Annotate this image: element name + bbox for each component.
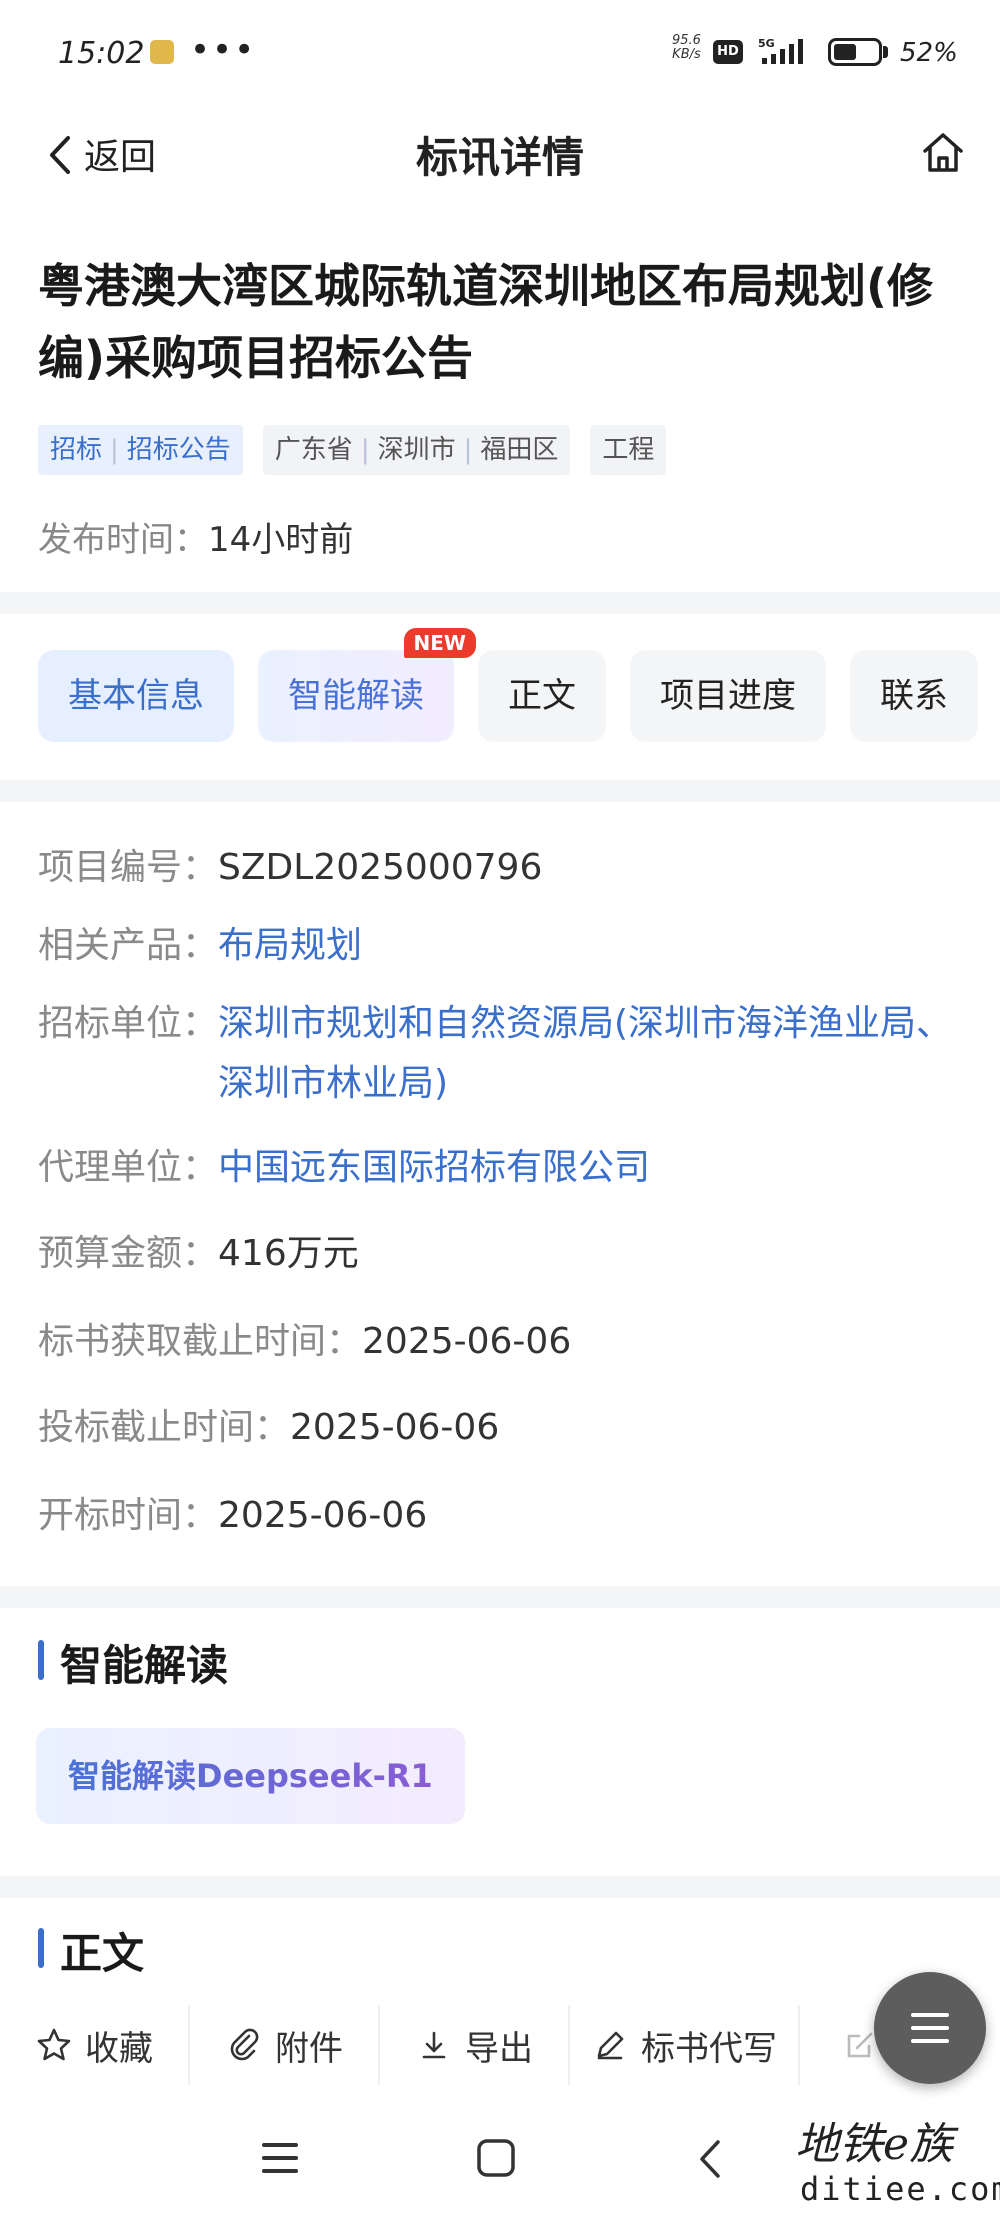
status-time: 15:02 bbox=[58, 36, 145, 71]
new-badge: NEW bbox=[403, 628, 476, 658]
tab-ai-interpret[interactable]: 智能解读 NEW bbox=[258, 628, 476, 742]
buyer-link[interactable]: 深圳市规划和自然资源局(深圳市海洋渔业局、深圳市林业局) bbox=[218, 994, 968, 1114]
section-divider bbox=[0, 780, 1000, 802]
info-row-doc-deadline: 标书获取截止时间：2025-06-06 bbox=[38, 1321, 572, 1362]
info-row-open-time: 开标时间：2025-06-06 bbox=[38, 1495, 428, 1536]
info-row-budget: 预算金额：416万元 bbox=[38, 1233, 359, 1274]
info-row-buyer: 招标单位： 深圳市规划和自然资源局(深圳市海洋渔业局、深圳市林业局) bbox=[38, 994, 968, 1114]
app-notification-icon bbox=[150, 40, 174, 64]
network-speed: 95.6 KB/s bbox=[672, 33, 701, 62]
hd-icon: HD bbox=[713, 40, 743, 64]
tab-progress[interactable]: 项目进度 bbox=[630, 650, 826, 742]
watermark-domain: ditiee.com bbox=[800, 2170, 1000, 2208]
paperclip-icon bbox=[230, 2028, 259, 2061]
tag-category[interactable]: 工程 bbox=[590, 425, 667, 475]
attachment-button[interactable]: 附件 bbox=[190, 2005, 380, 2085]
status-bar: 15:02 ••• 95.6 KB/s HD 5G 52% bbox=[0, 0, 1000, 100]
home-icon[interactable] bbox=[918, 128, 968, 178]
info-row-project-no: 项目编号：SZDL2025000796 bbox=[38, 847, 543, 888]
tab-contact[interactable]: 联系 bbox=[850, 650, 978, 742]
battery-percent: 52% bbox=[900, 38, 958, 68]
svg-text:5G: 5G bbox=[758, 37, 775, 50]
section-divider bbox=[0, 592, 1000, 614]
ai-section-title: 智能解读 bbox=[38, 1632, 228, 1693]
section-divider bbox=[0, 1586, 1000, 1608]
agency-link[interactable]: 中国远东国际招标有限公司 bbox=[218, 1147, 650, 1188]
battery-tip bbox=[883, 46, 888, 58]
download-icon bbox=[422, 2031, 446, 2059]
page-title: 标讯详情 bbox=[415, 133, 584, 182]
export-button[interactable]: 导出 bbox=[380, 2005, 570, 2085]
section-divider bbox=[0, 1876, 1000, 1898]
status-more-icon: ••• bbox=[190, 30, 257, 70]
ai-interpret-button[interactable]: 智能解读Deepseek-R1 bbox=[36, 1728, 465, 1824]
battery-icon bbox=[828, 38, 882, 66]
tag-region[interactable]: 广东省 | 深圳市 | 福田区 bbox=[262, 425, 571, 475]
tab-basic-info[interactable]: 基本信息 bbox=[38, 650, 234, 742]
notice-title: 粤港澳大湾区城际轨道深圳地区布局规划(修编)采购项目招标公告 bbox=[38, 259, 934, 385]
watermark-logo-text: 地铁e族 bbox=[795, 2119, 954, 2170]
body-section-title: 正文 bbox=[38, 1920, 144, 1981]
tab-body[interactable]: 正文 bbox=[478, 650, 606, 742]
star-icon bbox=[37, 2028, 71, 2061]
tag-notice-type[interactable]: 招标 | 招标公告 bbox=[38, 425, 243, 475]
recent-apps-icon[interactable] bbox=[258, 2138, 302, 2178]
product-link[interactable]: 布局规划 bbox=[218, 925, 362, 966]
pen-icon bbox=[597, 2031, 624, 2060]
info-row-bid-deadline: 投标截止时间：2025-06-06 bbox=[38, 1407, 500, 1448]
tag-list: 招标 | 招标公告 广东省 | 深圳市 | 福田区 工程 bbox=[38, 425, 667, 475]
menu-icon bbox=[911, 2013, 949, 2043]
info-row-agency: 代理单位：中国远东国际招标有限公司 bbox=[38, 1147, 651, 1188]
favorite-button[interactable]: 收藏 bbox=[0, 2005, 190, 2085]
bottom-toolbar: 收藏 附件 导出 标书代写 纠错 bbox=[0, 1990, 1000, 2100]
home-nav-icon[interactable] bbox=[474, 2136, 518, 2180]
detail-tabs: 基本信息 智能解读 NEW 正文 项目进度 联系 bbox=[38, 628, 978, 742]
info-row-product: 相关产品：布局规划 bbox=[38, 925, 363, 966]
back-nav-icon[interactable] bbox=[694, 2136, 728, 2182]
ghostwrite-button[interactable]: 标书代写 bbox=[570, 2005, 800, 2085]
floating-menu-button[interactable] bbox=[874, 1972, 986, 2084]
publish-time: 发布时间：14小时前 bbox=[38, 520, 354, 560]
signal-5g-icon: 5G bbox=[758, 37, 803, 64]
